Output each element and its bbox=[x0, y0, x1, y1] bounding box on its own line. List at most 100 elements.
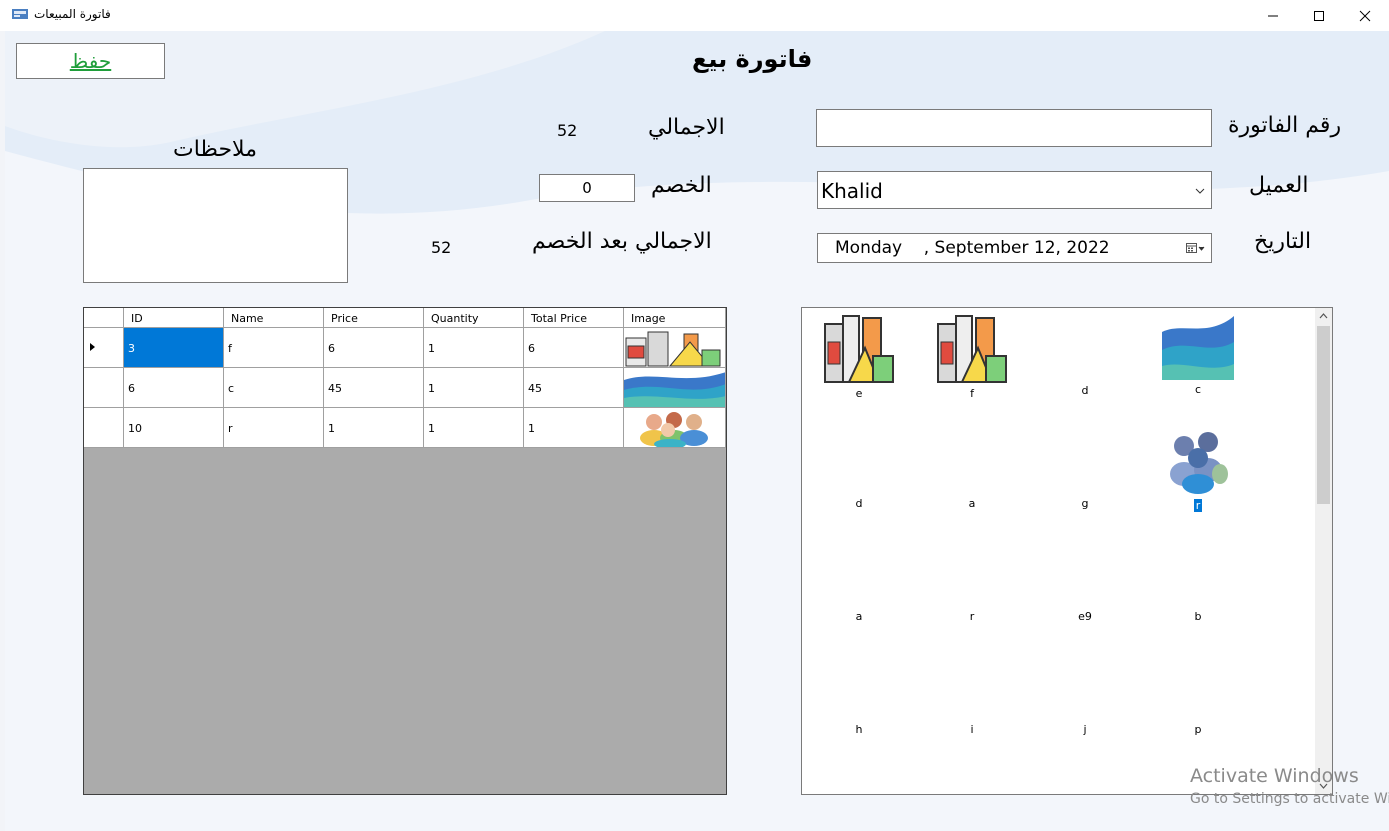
cell-price[interactable]: 6 bbox=[324, 328, 424, 368]
list-item[interactable]: r bbox=[1143, 424, 1253, 512]
form-client-area: حفظ فاتورة بيع رقم الفاتورة العميل Khali… bbox=[5, 31, 1389, 831]
list-item-label: a bbox=[968, 497, 976, 510]
total-value: 52 bbox=[557, 121, 578, 140]
list-item-label: a bbox=[855, 610, 863, 623]
column-header-name[interactable]: Name bbox=[224, 308, 324, 328]
current-row-arrow-icon bbox=[90, 343, 95, 351]
cell-total-price[interactable]: 1 bbox=[524, 408, 624, 448]
cell-image[interactable] bbox=[624, 328, 726, 368]
notes-textarea[interactable] bbox=[83, 168, 348, 283]
list-item[interactable]: f bbox=[917, 312, 1027, 400]
discount-input[interactable]: 0 bbox=[539, 174, 635, 202]
close-button[interactable] bbox=[1342, 0, 1388, 31]
list-item[interactable]: b bbox=[1143, 610, 1253, 623]
cell-quantity[interactable]: 1 bbox=[424, 368, 524, 408]
food-drinks-icon bbox=[624, 328, 725, 367]
date-picker[interactable]: Monday , September 12, 2022 bbox=[817, 233, 1212, 263]
grid-corner-header bbox=[84, 308, 124, 328]
list-item[interactable]: c bbox=[1143, 316, 1253, 396]
cell-total-price[interactable]: 45 bbox=[524, 368, 624, 408]
maximize-icon bbox=[1314, 10, 1324, 21]
list-item[interactable]: r bbox=[917, 610, 1027, 623]
list-item[interactable]: d bbox=[1030, 384, 1140, 397]
list-item[interactable]: e bbox=[804, 312, 914, 400]
calendar-icon bbox=[1186, 243, 1205, 253]
notes-label: ملاحظات bbox=[173, 137, 257, 162]
list-item-label: c bbox=[1194, 383, 1202, 396]
close-icon bbox=[1359, 10, 1371, 21]
customer-select[interactable]: Khalid bbox=[817, 171, 1212, 209]
list-item[interactable]: a bbox=[804, 610, 914, 623]
list-item-label: i bbox=[970, 723, 974, 736]
table-row[interactable]: 6 c 45 1 45 bbox=[84, 368, 726, 408]
cell-quantity[interactable]: 1 bbox=[424, 328, 524, 368]
list-item[interactable]: d bbox=[804, 497, 914, 510]
cell-price[interactable]: 1 bbox=[324, 408, 424, 448]
row-header[interactable] bbox=[84, 328, 124, 368]
net-total-value: 52 bbox=[431, 238, 452, 257]
cell-quantity[interactable]: 1 bbox=[424, 408, 524, 448]
people-group-icon bbox=[624, 408, 725, 447]
column-header-price[interactable]: Price bbox=[324, 308, 424, 328]
cell-image[interactable] bbox=[624, 408, 726, 448]
products-list-view[interactable]: e f d c d a g r a r e9 b h i j p bbox=[801, 307, 1333, 795]
cell-id[interactable]: 6 bbox=[124, 368, 224, 408]
scrollbar-thumb[interactable] bbox=[1317, 326, 1330, 504]
invoice-number-input[interactable] bbox=[816, 109, 1212, 147]
cell-name[interactable]: f bbox=[224, 328, 324, 368]
row-header[interactable] bbox=[84, 368, 124, 408]
invoice-app-icon bbox=[12, 9, 28, 19]
maximize-button[interactable] bbox=[1296, 0, 1342, 31]
save-button-label: حفظ bbox=[69, 49, 112, 73]
activate-windows-subtitle: Go to Settings to activate Windows. bbox=[1190, 791, 1389, 807]
invoice-window: فاتورة المبيعات حفظ فاتورة بيع رقم الفات… bbox=[0, 0, 1389, 831]
cell-image[interactable] bbox=[624, 368, 726, 408]
cell-name[interactable]: r bbox=[224, 408, 324, 448]
list-item[interactable]: e9 bbox=[1030, 610, 1140, 623]
wave-icon bbox=[624, 368, 725, 407]
list-item-label: b bbox=[1194, 610, 1202, 623]
cell-price[interactable]: 45 bbox=[324, 368, 424, 408]
table-row[interactable]: 10 r 1 1 1 bbox=[84, 408, 726, 448]
list-item[interactable]: p bbox=[1143, 723, 1253, 736]
list-item[interactable]: j bbox=[1030, 723, 1140, 736]
total-label: الاجمالي bbox=[648, 115, 725, 140]
invoice-number-label: رقم الفاتورة bbox=[1228, 113, 1342, 138]
minimize-button[interactable] bbox=[1250, 0, 1296, 31]
food-drinks-icon bbox=[824, 315, 894, 383]
cell-id[interactable]: 3 bbox=[124, 328, 224, 368]
cell-total-price[interactable]: 6 bbox=[524, 328, 624, 368]
list-item[interactable]: h bbox=[804, 723, 914, 736]
discount-label: الخصم bbox=[651, 173, 712, 198]
window-title: فاتورة المبيعات bbox=[34, 7, 111, 21]
cell-id[interactable]: 10 bbox=[124, 408, 224, 448]
people-group-icon bbox=[1170, 432, 1228, 494]
list-item-label: e bbox=[855, 387, 863, 400]
list-item-label: f bbox=[970, 387, 974, 400]
table-row[interactable]: 3 f 6 1 6 bbox=[84, 328, 726, 368]
column-header-total-price[interactable]: Total Price bbox=[524, 308, 624, 328]
list-item-label: r bbox=[969, 610, 975, 623]
list-item[interactable]: g bbox=[1030, 497, 1140, 510]
save-button[interactable]: حفظ bbox=[16, 43, 165, 79]
column-header-quantity[interactable]: Quantity bbox=[424, 308, 524, 328]
scroll-up-icon[interactable] bbox=[1319, 313, 1328, 319]
vertical-scrollbar[interactable] bbox=[1315, 308, 1332, 794]
wave-icon bbox=[1162, 316, 1234, 380]
cell-name[interactable]: c bbox=[224, 368, 324, 408]
row-header[interactable] bbox=[84, 408, 124, 448]
list-item-label: p bbox=[1194, 723, 1202, 736]
column-header-id[interactable]: ID bbox=[124, 308, 224, 328]
list-item-label: r bbox=[1143, 499, 1253, 512]
food-drinks-icon bbox=[937, 315, 1007, 383]
list-item-label: g bbox=[1081, 497, 1089, 510]
column-header-image[interactable]: Image bbox=[624, 308, 726, 328]
chevron-down-icon bbox=[1195, 188, 1205, 194]
list-item[interactable]: a bbox=[917, 497, 1027, 510]
date-value: Monday , September 12, 2022 bbox=[835, 238, 1110, 258]
list-item[interactable]: i bbox=[917, 723, 1027, 736]
minimize-icon bbox=[1268, 15, 1278, 16]
invoice-items-grid[interactable]: ID Name Price Quantity Total Price Image… bbox=[83, 307, 727, 795]
activate-windows-title: Activate Windows bbox=[1190, 765, 1359, 787]
grid-header-row: ID Name Price Quantity Total Price Image bbox=[84, 308, 726, 328]
